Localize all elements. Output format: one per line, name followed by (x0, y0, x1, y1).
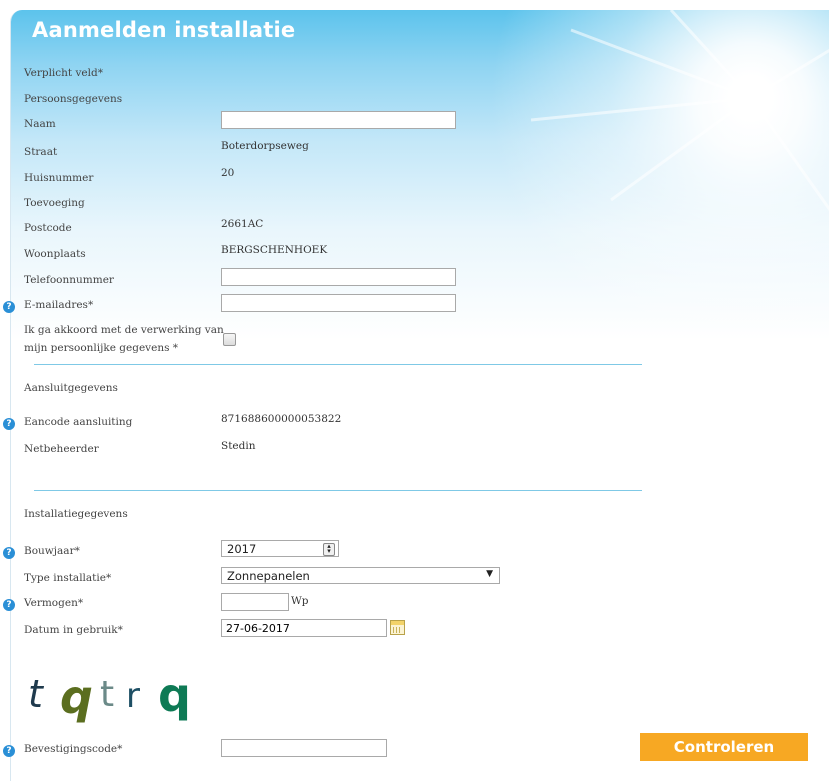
woonplaats-value: BERGSCHENHOEK (221, 244, 328, 256)
straat-value: Boterdorpseweg (221, 140, 309, 152)
calendar-icon[interactable] (390, 620, 405, 635)
type-selected-value: Zonnepanelen (227, 569, 310, 583)
chevron-down-icon: ▼ (486, 569, 493, 579)
bevestigingscode-help-icon[interactable]: ? (3, 745, 15, 757)
akkoord-label-line2: mijn persoonlijke gegevens * (24, 342, 179, 354)
section-heading-installation: Installatiegegevens (24, 508, 128, 520)
bouwjaar-selected-value: 2017 (227, 542, 257, 556)
bouwjaar-select[interactable]: 2017 ▴ ▾ (221, 540, 339, 557)
section-divider-2 (34, 490, 642, 491)
bouwjaar-help-icon[interactable]: ? (3, 547, 15, 559)
email-input[interactable] (221, 294, 456, 312)
required-note: Verplicht veld* (24, 67, 103, 79)
huisnummer-value: 20 (221, 167, 235, 179)
spinner-icon[interactable]: ▴ ▾ (323, 543, 335, 556)
bevestigingscode-label: Bevestigingscode* (24, 743, 123, 755)
type-label: Type installatie* (24, 572, 112, 584)
page-title: Aanmelden installatie (32, 18, 296, 42)
postcode-value: 2661AC (221, 218, 264, 230)
email-label: E-mailadres* (24, 299, 94, 311)
captcha-char-1: t (28, 672, 43, 716)
section-heading-connection: Aansluitgegevens (24, 382, 118, 394)
datum-label: Datum in gebruik* (24, 624, 123, 636)
captcha-char-3: t (100, 674, 115, 715)
eancode-value: 871688600000053822 (221, 413, 342, 425)
telefoon-input[interactable] (221, 268, 456, 286)
section-heading-personal: Persoonsgegevens (24, 93, 123, 105)
akkoord-label-line1: Ik ga akkoord met de verwerking van (24, 324, 224, 336)
vermogen-label: Vermogen* (24, 597, 84, 609)
type-installatie-select[interactable]: Zonnepanelen ▼ (221, 567, 500, 584)
captcha-char-5: q (158, 668, 191, 722)
naam-input[interactable] (221, 111, 456, 129)
vermogen-unit: Wp (291, 595, 309, 607)
eancode-label: Eancode aansluiting (24, 416, 133, 428)
sun-rays (530, 10, 829, 211)
bouwjaar-label: Bouwjaar* (24, 545, 80, 557)
woonplaats-label: Woonplaats (24, 248, 86, 260)
controleren-button[interactable]: Controleren (640, 733, 808, 761)
captcha-char-2: q (60, 670, 93, 724)
captcha-char-4: r (126, 676, 140, 716)
header-bar: Aanmelden installatie (11, 10, 829, 54)
section-divider-1 (34, 364, 642, 365)
vermogen-help-icon[interactable]: ? (3, 599, 15, 611)
email-help-icon[interactable]: ? (3, 301, 15, 313)
eancode-help-icon[interactable]: ? (3, 418, 15, 430)
toevoeging-label: Toevoeging (24, 197, 85, 209)
netbeheerder-label: Netbeheerder (24, 443, 99, 455)
bevestigingscode-input[interactable] (221, 739, 387, 757)
huisnummer-label: Huisnummer (24, 172, 94, 184)
captcha-image: t q t r q (28, 668, 198, 724)
vermogen-input[interactable] (221, 593, 289, 611)
naam-label: Naam (24, 118, 56, 130)
telefoon-label: Telefoonnummer (24, 274, 114, 286)
akkoord-checkbox[interactable] (223, 333, 236, 346)
netbeheerder-value: Stedin (221, 440, 256, 452)
postcode-label: Postcode (24, 222, 72, 234)
datum-input[interactable] (221, 619, 387, 637)
straat-label: Straat (24, 146, 58, 158)
